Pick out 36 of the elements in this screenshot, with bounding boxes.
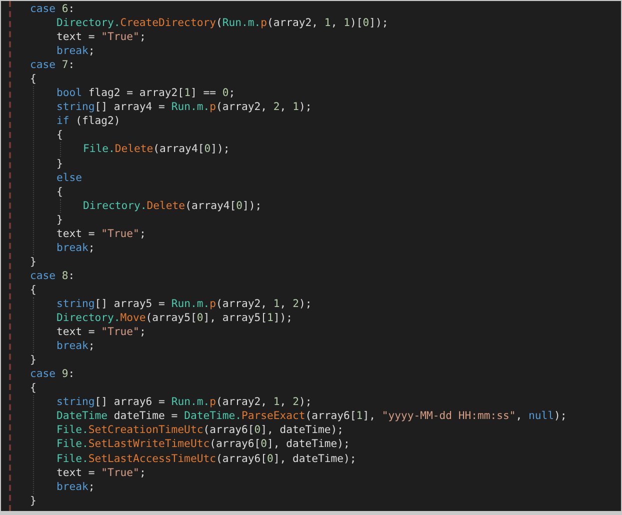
code-line: text = "True"; [56,30,146,44]
code-line: case 8: [30,268,75,283]
code-line: { [56,184,63,199]
code-line: text = "True"; [56,226,146,241]
code-line: { [56,128,63,142]
code-line: DateTime dateTime = DateTime.ParseExact(array6[1], "yyyy-MM-dd HH:mm:ss", null); [56,409,567,424]
code-line: { [30,381,36,396]
code-line: } [30,494,36,508]
code-line: break; [56,240,95,255]
code-line: File.Delete(array4[0]); [83,142,230,157]
code-line: { [30,282,36,297]
code-line: } [30,353,36,368]
code-line: Directory.Move(array5[0], array5[1]); [56,311,293,326]
code-line: text = "True"; [56,466,146,480]
code-line: bool flag2 = array2[1] == 0; [56,86,236,100]
code-line: File.SetCreationTimeUtc(array6[0], dateTime); [56,423,344,438]
code-line: string[] array4 = Run.m.p(array2, 2, 1); [56,100,312,114]
code-line: } [56,212,63,227]
code-line: if (flag2) [56,114,120,128]
code-line: string[] array5 = Run.m.p(array2, 1, 2); [56,297,312,312]
code-line: File.SetLastWriteTimeUtc(array6[0], dateTime); [56,437,350,452]
code-line: break; [56,44,95,58]
code-line: case 6: [30,2,75,16]
code-line: else [56,170,82,185]
code-line: } [30,254,36,269]
code-line: case 7: [30,58,75,72]
code-line: break; [56,480,95,494]
code-line: Directory.CreateDirectory(Run.m.p(array2, 1, 1)[0]); [56,16,388,30]
code-line: Directory.Delete(array4[0]); [83,198,262,213]
code-line: text = "True"; [56,325,146,340]
code-line: case 9: [30,367,75,382]
code-line: break; [56,339,95,354]
code-line: } [56,156,63,171]
code-line: string[] array6 = Run.m.p(array2, 1, 2); [56,395,312,410]
code-line: File.SetLastAccessTimeUtc(array6[0], dateTime); [56,452,356,466]
code-line: { [30,72,36,86]
